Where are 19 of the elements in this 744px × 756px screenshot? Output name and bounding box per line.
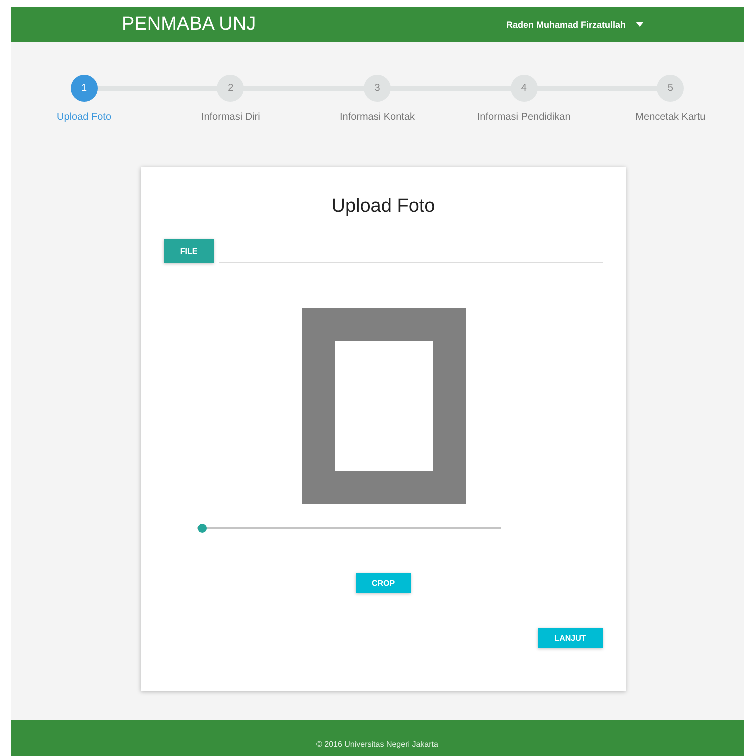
step-number[interactable]: 1 bbox=[70, 75, 98, 102]
app-title: PENMABA UNJ bbox=[122, 14, 258, 36]
card-title: Upload Foto bbox=[332, 196, 436, 218]
step-label: Mencetak Kartu bbox=[636, 112, 706, 123]
step-label: Informasi Pendidikan bbox=[477, 112, 571, 123]
step-label: Informasi Diri bbox=[201, 112, 260, 123]
step-label: Informasi Kontak bbox=[340, 112, 416, 123]
step-number[interactable]: 5 bbox=[657, 75, 684, 102]
step-number[interactable]: 4 bbox=[510, 75, 538, 102]
next-button[interactable]: LANJUT bbox=[538, 628, 603, 648]
step-label: Upload Foto bbox=[57, 112, 112, 123]
copyright-text: © 2016 Universitas Negeri Jakarta bbox=[316, 740, 438, 748]
step-number[interactable]: 2 bbox=[217, 75, 244, 102]
user-menu[interactable]: Raden Muhamad Firzatullah bbox=[506, 20, 644, 30]
crop-button[interactable]: CROP bbox=[356, 573, 411, 593]
file-button[interactable]: FILE bbox=[164, 239, 214, 263]
caret-icon bbox=[636, 22, 644, 27]
slider-thumb[interactable] bbox=[198, 524, 208, 532]
step-number[interactable]: 3 bbox=[364, 75, 391, 102]
